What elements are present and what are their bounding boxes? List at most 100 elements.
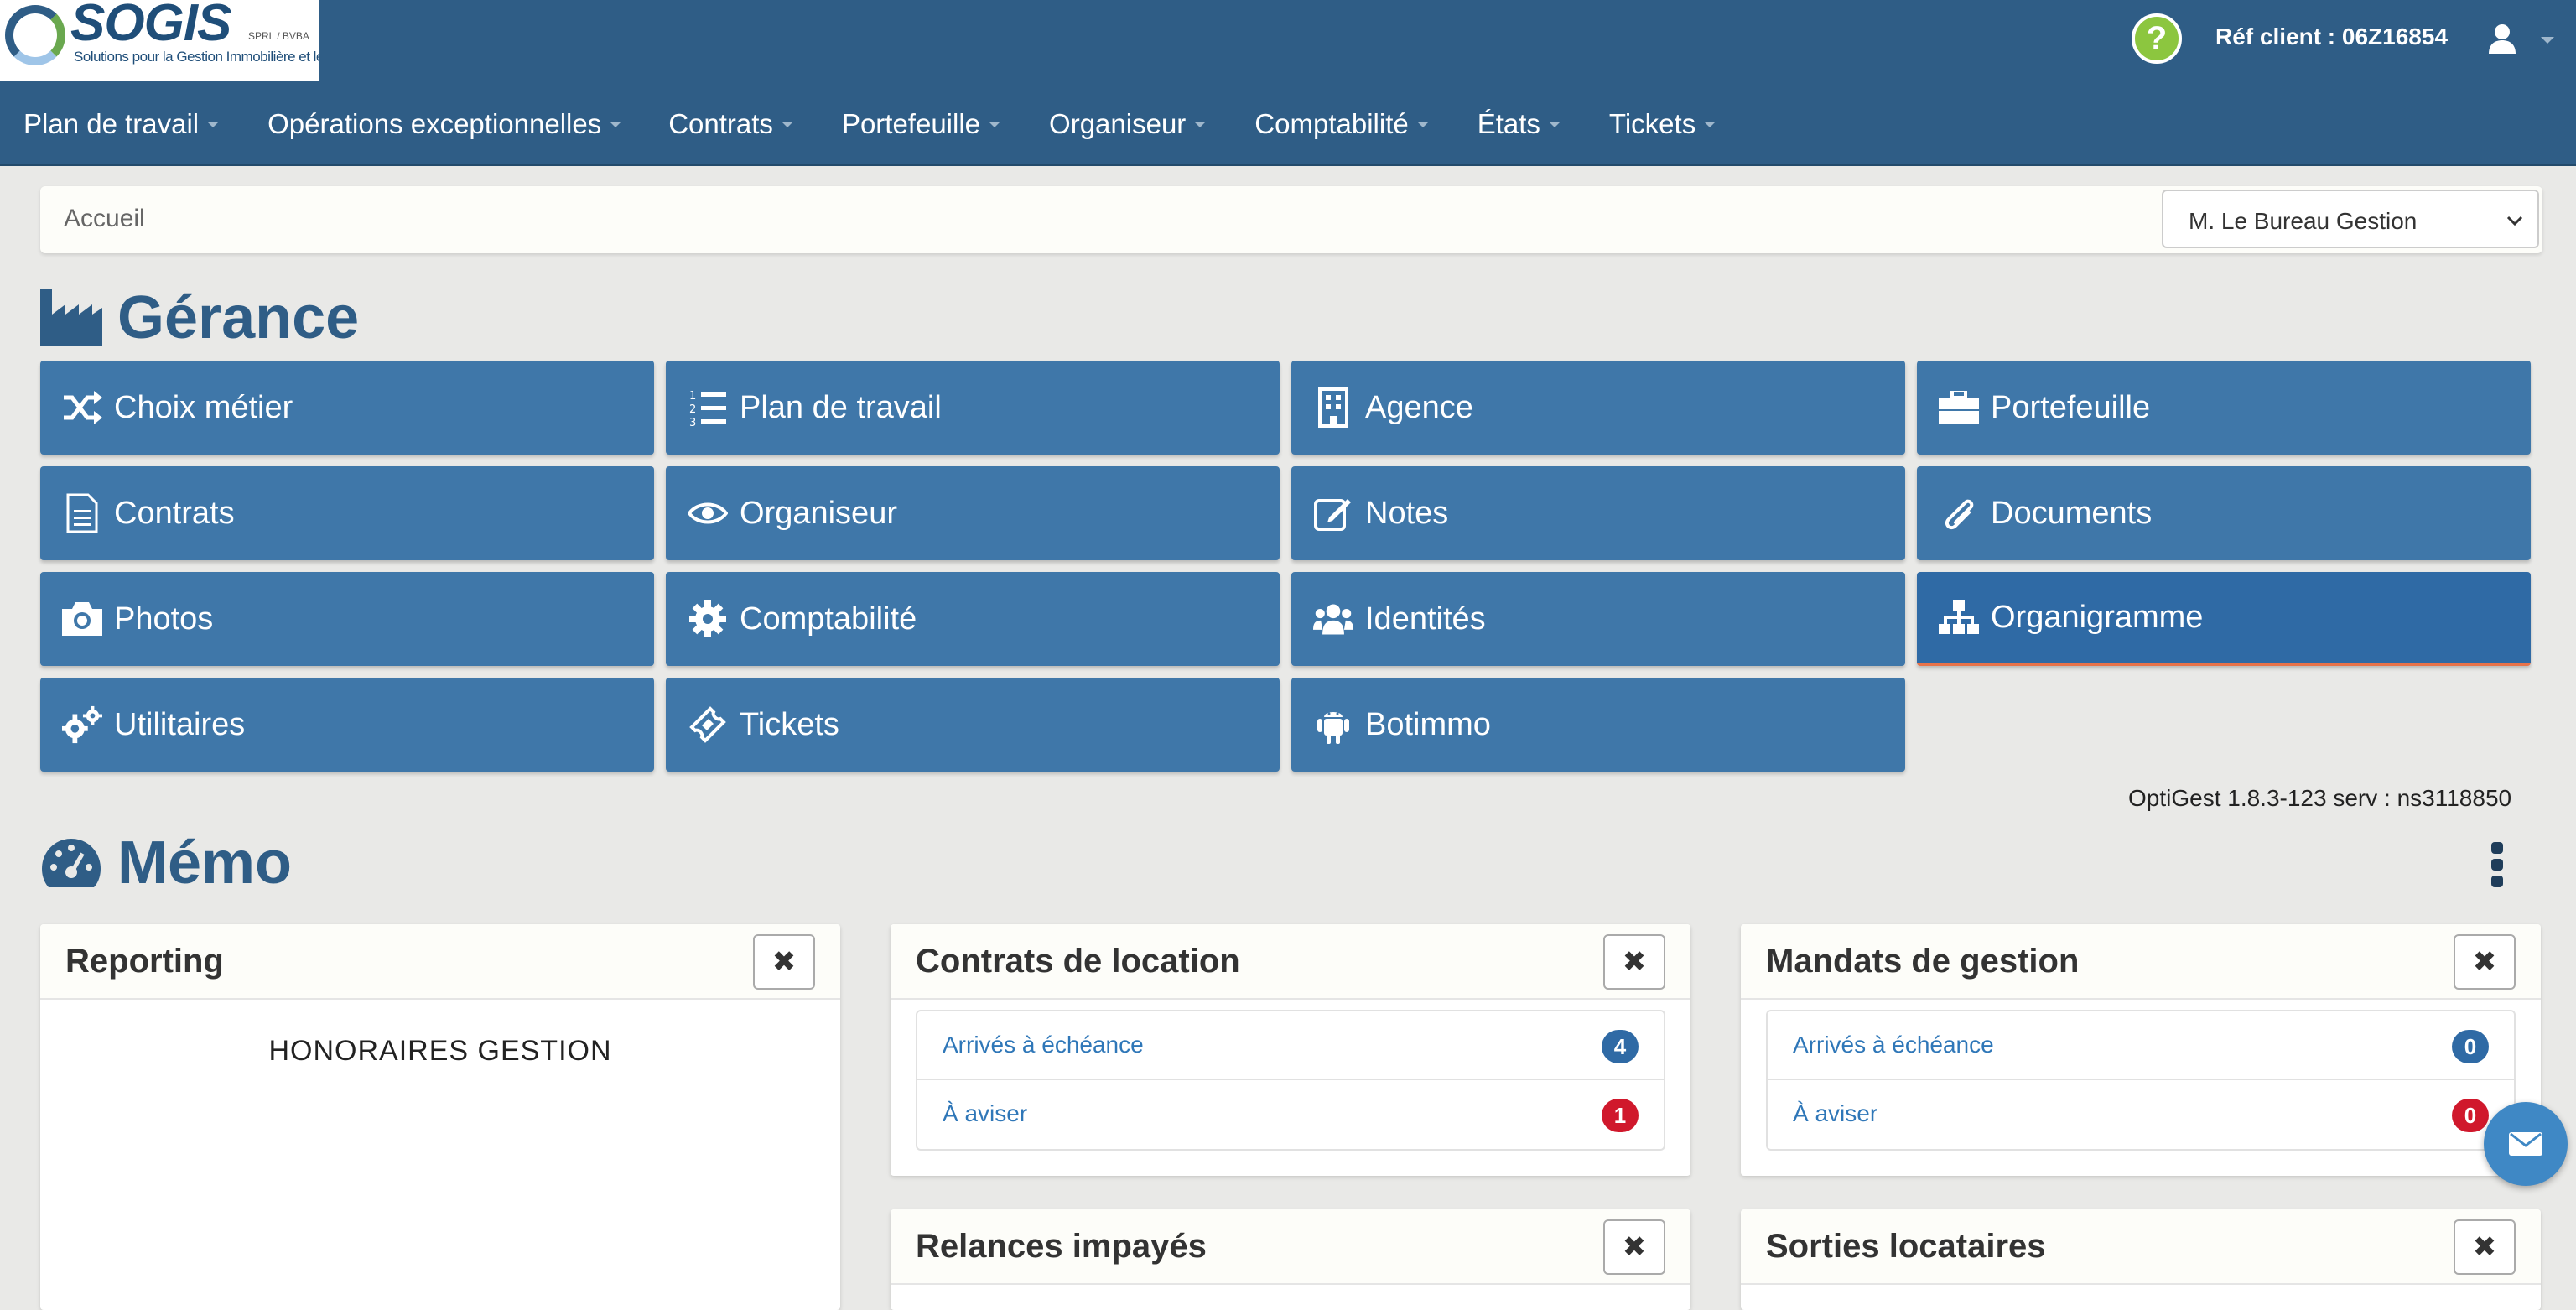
panel-title: Contrats de location <box>916 943 1240 980</box>
logo-subtitle: Solutions pour la Gestion Immobilière et… <box>74 49 319 65</box>
panel-body: Arrivés à échéance 4 À aviser 1 <box>891 1000 1690 1172</box>
logo-text: SOGIS <box>70 0 231 52</box>
breadcrumb: Accueil M. Le Bureau Gestion <box>40 186 2542 253</box>
tile-photos[interactable]: Photos <box>40 572 654 666</box>
panel-header: Relances impayés ✖ <box>891 1209 1690 1285</box>
industry-icon <box>40 289 102 346</box>
tile-contrats[interactable]: Contrats <box>40 466 654 560</box>
briefcase-icon <box>1939 387 1979 428</box>
memo-title: Mémo <box>117 829 293 897</box>
panel-header: Sorties locataires ✖ <box>1741 1209 2541 1285</box>
list-item-a-aviser[interactable]: À aviser 0 <box>1766 1080 2516 1151</box>
count-badge: 0 <box>2452 1099 2489 1132</box>
tile-choix-metier[interactable]: Choix métier <box>40 361 654 455</box>
close-button[interactable]: ✖ <box>2454 934 2516 990</box>
close-button[interactable]: ✖ <box>2454 1219 2516 1275</box>
tile-identites[interactable]: Identités <box>1291 572 1905 666</box>
nav-comptabilite[interactable]: Comptabilité <box>1254 108 1429 140</box>
sitemap-icon <box>1939 598 1979 638</box>
tile-label: Organigramme <box>1991 600 2204 635</box>
nav-label: Tickets <box>1608 108 1696 139</box>
caret-down-icon <box>781 121 793 127</box>
eye-icon <box>688 493 728 533</box>
tile-documents[interactable]: Documents <box>1917 466 2531 560</box>
nav-etats[interactable]: États <box>1478 108 1561 140</box>
tile-label: Photos <box>114 600 214 637</box>
nav-plan-de-travail[interactable]: Plan de travail <box>23 108 220 140</box>
tile-plan-de-travail[interactable]: 123 Plan de travail <box>666 361 1280 455</box>
chevron-down-icon <box>2506 216 2523 226</box>
list-item-arrives-echeance[interactable]: Arrivés à échéance 0 <box>1766 1010 2516 1080</box>
panel-title: Sorties locataires <box>1766 1228 2046 1265</box>
list-item-label: Arrivés à échéance <box>1793 1032 1994 1058</box>
list-ol-icon: 123 <box>688 387 728 428</box>
nav-portefeuille[interactable]: Portefeuille <box>842 108 1001 140</box>
bureau-select[interactable]: M. Le Bureau Gestion <box>2162 190 2539 248</box>
tile-label: Plan de travail <box>740 389 942 425</box>
panel-title: Reporting <box>65 943 224 980</box>
panel-body: Arrivés à échéance 0 À aviser 0 <box>1741 1000 2541 1172</box>
cog-icon <box>688 599 728 639</box>
tile-label: Contrats <box>114 495 235 531</box>
list-item-arrives-echeance[interactable]: Arrivés à échéance 4 <box>916 1010 1665 1080</box>
tile-label: Botimmo <box>1365 706 1491 742</box>
memo-heading: Mémo <box>40 829 292 897</box>
file-text-icon <box>62 493 102 533</box>
tile-portefeuille[interactable]: Portefeuille <box>1917 361 2531 455</box>
nav-operations-exceptionnelles[interactable]: Opérations exceptionnelles <box>267 108 622 140</box>
caret-down-icon <box>1704 121 1716 127</box>
building-icon <box>1313 387 1353 428</box>
tile-agence[interactable]: Agence <box>1291 361 1905 455</box>
version-info: OptiGest 1.8.3-123 serv : ns3118850 <box>2128 785 2512 811</box>
contact-fab[interactable] <box>2484 1102 2568 1186</box>
caret-down-icon <box>1194 121 1207 127</box>
tile-organigramme[interactable]: Organigramme <box>1917 572 2531 666</box>
tile-tickets[interactable]: Tickets <box>666 678 1280 772</box>
gerance-title: Gérance <box>117 284 360 351</box>
caret-down-icon <box>610 121 622 127</box>
user-menu-caret-icon[interactable] <box>2541 37 2554 44</box>
cogs-icon <box>62 704 102 745</box>
reporting-chart-title: HONORAIRES GESTION <box>268 1035 612 1067</box>
tile-label: Utilitaires <box>114 706 246 742</box>
tile-label: Identités <box>1365 600 1486 637</box>
count-badge: 0 <box>2452 1030 2489 1063</box>
envelope-icon <box>2509 1132 2542 1156</box>
edit-icon <box>1313 493 1353 533</box>
nav-contrats[interactable]: Contrats <box>668 108 793 140</box>
panel-reporting: Reporting ✖ HONORAIRES GESTION <box>40 924 840 1310</box>
list-item-a-aviser[interactable]: À aviser 1 <box>916 1080 1665 1151</box>
breadcrumb-current[interactable]: Accueil <box>64 205 145 233</box>
bureau-select-value: M. Le Bureau Gestion <box>2189 208 2418 234</box>
close-button[interactable]: ✖ <box>1603 1219 1665 1275</box>
panel-mandats-gestion: Mandats de gestion ✖ Arrivés à échéance … <box>1741 924 2541 1176</box>
tile-utilitaires[interactable]: Utilitaires <box>40 678 654 772</box>
nav-organiseur[interactable]: Organiseur <box>1049 108 1207 140</box>
question-circle-icon[interactable]: ? <box>2132 13 2182 64</box>
tile-notes[interactable]: Notes <box>1291 466 1905 560</box>
panel-title: Mandats de gestion <box>1766 943 2080 980</box>
tile-label: Comptabilité <box>740 600 917 637</box>
nav-label: États <box>1477 108 1540 139</box>
close-button[interactable]: ✖ <box>753 934 815 990</box>
sogis-logo[interactable]: SOGIS SPRL / BVBA Solutions pour la Gest… <box>0 0 319 81</box>
tile-organiseur[interactable]: Organiseur <box>666 466 1280 560</box>
tile-label: Organiseur <box>740 495 897 531</box>
list-item-label: Arrivés à échéance <box>943 1032 1144 1058</box>
tile-label: Tickets <box>740 706 839 742</box>
nav-label: Organiseur <box>1049 108 1187 139</box>
count-badge: 1 <box>1602 1099 1639 1132</box>
users-icon <box>1313 599 1353 639</box>
nav-label: Contrats <box>668 108 773 139</box>
tile-label: Agence <box>1365 389 1473 425</box>
close-button[interactable]: ✖ <box>1603 934 1665 990</box>
tile-botimmo[interactable]: Botimmo <box>1291 678 1905 772</box>
panel-contrats-location: Contrats de location ✖ Arrivés à échéanc… <box>891 924 1690 1176</box>
user-icon[interactable] <box>2485 22 2519 55</box>
nav-tickets[interactable]: Tickets <box>1609 108 1716 140</box>
panel-title: Relances impayés <box>916 1228 1207 1265</box>
kebab-menu-icon[interactable] <box>2489 842 2506 891</box>
svg-text:3: 3 <box>689 417 696 428</box>
tile-comptabilite[interactable]: Comptabilité <box>666 572 1280 666</box>
count-badge: 4 <box>1602 1030 1639 1063</box>
